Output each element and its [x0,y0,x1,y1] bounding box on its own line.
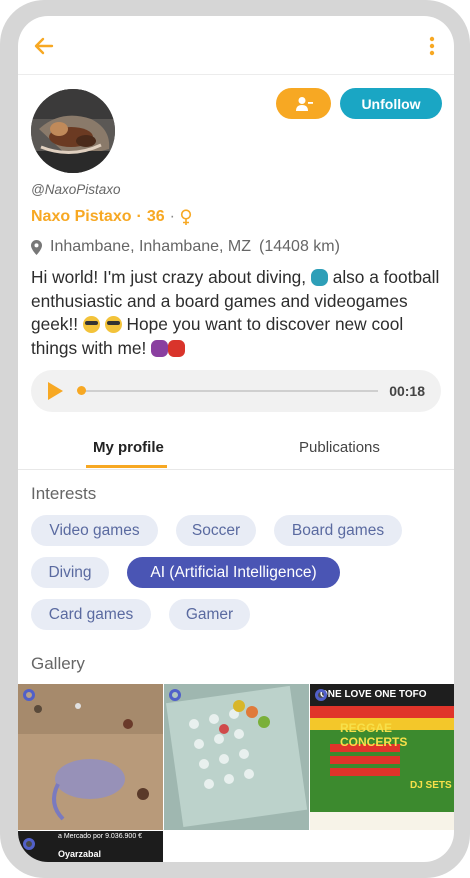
location-pin-icon [31,239,42,255]
profile-screen: Unfollow @NaxoPistaxo Naxo Pistaxo · 36 … [18,16,454,862]
tab-my-profile[interactable]: My profile [93,439,164,456]
woman-dancing-emoji-icon [168,339,186,357]
gallery-photo-beach[interactable] [18,684,163,830]
distance-text: (14408 km) [259,238,340,255]
interest-chip-video-games[interactable]: Video games [31,515,158,546]
gallery-indicator-icon [23,838,35,850]
interest-chip-card-games[interactable]: Card games [31,599,151,630]
location-row: Inhambane, Inhambane, MZ (14408 km) [31,238,340,256]
beach-photo [18,684,163,830]
top-bar [18,16,454,75]
interest-chip-gamer[interactable]: Gamer [169,599,250,630]
interest-chip-soccer[interactable]: Soccer [176,515,256,546]
device-frame: Unfollow @NaxoPistaxo Naxo Pistaxo · 36 … [0,0,470,878]
display-name: Naxo Pistaxo [31,208,132,225]
add-friend-button[interactable] [276,88,331,119]
nerd-face-emoji-icon [104,316,122,333]
arrow-left-icon[interactable] [32,34,56,58]
poster-side-text: DJ SETS [410,780,452,791]
person-add-icon [295,96,313,111]
bio-part-1: Hi world! I'm just crazy about diving, [31,267,311,287]
age-gender-separator: · [169,208,175,225]
audio-duration: 00:18 [389,383,425,399]
audio-progress-knob[interactable] [77,386,86,395]
name-line: Naxo Pistaxo · 36 · [31,208,192,226]
board-game-photo [164,684,309,830]
play-icon[interactable] [48,382,63,400]
gallery-photo-sports[interactable]: a Mercado por 9.036.900 € Oyarzabal [18,831,163,862]
thumb-caption-line1: a Mercado por 9.036.900 € [58,833,143,840]
gallery-photo-board-game[interactable] [164,684,309,830]
interest-chip-diving[interactable]: Diving [31,557,109,588]
reggae-poster-photo [310,684,454,830]
more-vertical-icon[interactable] [426,34,438,58]
bio-text: Hi world! I'm just crazy about diving, a… [31,266,441,360]
gallery-indicator-icon [315,689,327,701]
username-handle: @NaxoPistaxo [31,182,121,197]
thumb-caption-line2: Oyarzabal [58,849,102,859]
gallery-title: Gallery [31,654,85,673]
gallery-indicator-icon [169,689,181,701]
audio-progress-track[interactable] [80,390,378,392]
avatar[interactable] [31,89,115,173]
name-age-separator: · [136,208,142,225]
interest-chip-ai[interactable]: AI (Artificial Intelligence) [127,557,340,588]
man-dancing-emoji-icon [151,339,169,357]
gallery-photo-reggae-poster[interactable]: ONE LOVE ONE TOFO REGGAE CONCERTS DJ SET… [310,684,454,830]
age: 36 [146,208,165,225]
nerd-face-emoji-icon [82,316,100,333]
unfollow-button[interactable]: Unfollow [340,88,442,119]
audio-player: 00:18 [31,370,441,412]
diving-mask-emoji-icon [310,269,328,286]
poster-title: REGGAE CONCERTS [340,721,408,749]
female-icon [180,208,192,225]
tab-publications[interactable]: Publications [299,439,380,456]
profile-tabs: My profile Publications [18,428,454,470]
interests-title: Interests [31,484,97,503]
location-text: Inhambane, Inhambane, MZ [50,238,252,255]
active-tab-indicator [86,465,167,468]
avatar-photo [31,89,115,173]
gallery-indicator-icon [23,689,35,701]
interest-chip-board-games[interactable]: Board games [274,515,402,546]
poster-top-text: ONE LOVE ONE TOFO [320,689,427,700]
